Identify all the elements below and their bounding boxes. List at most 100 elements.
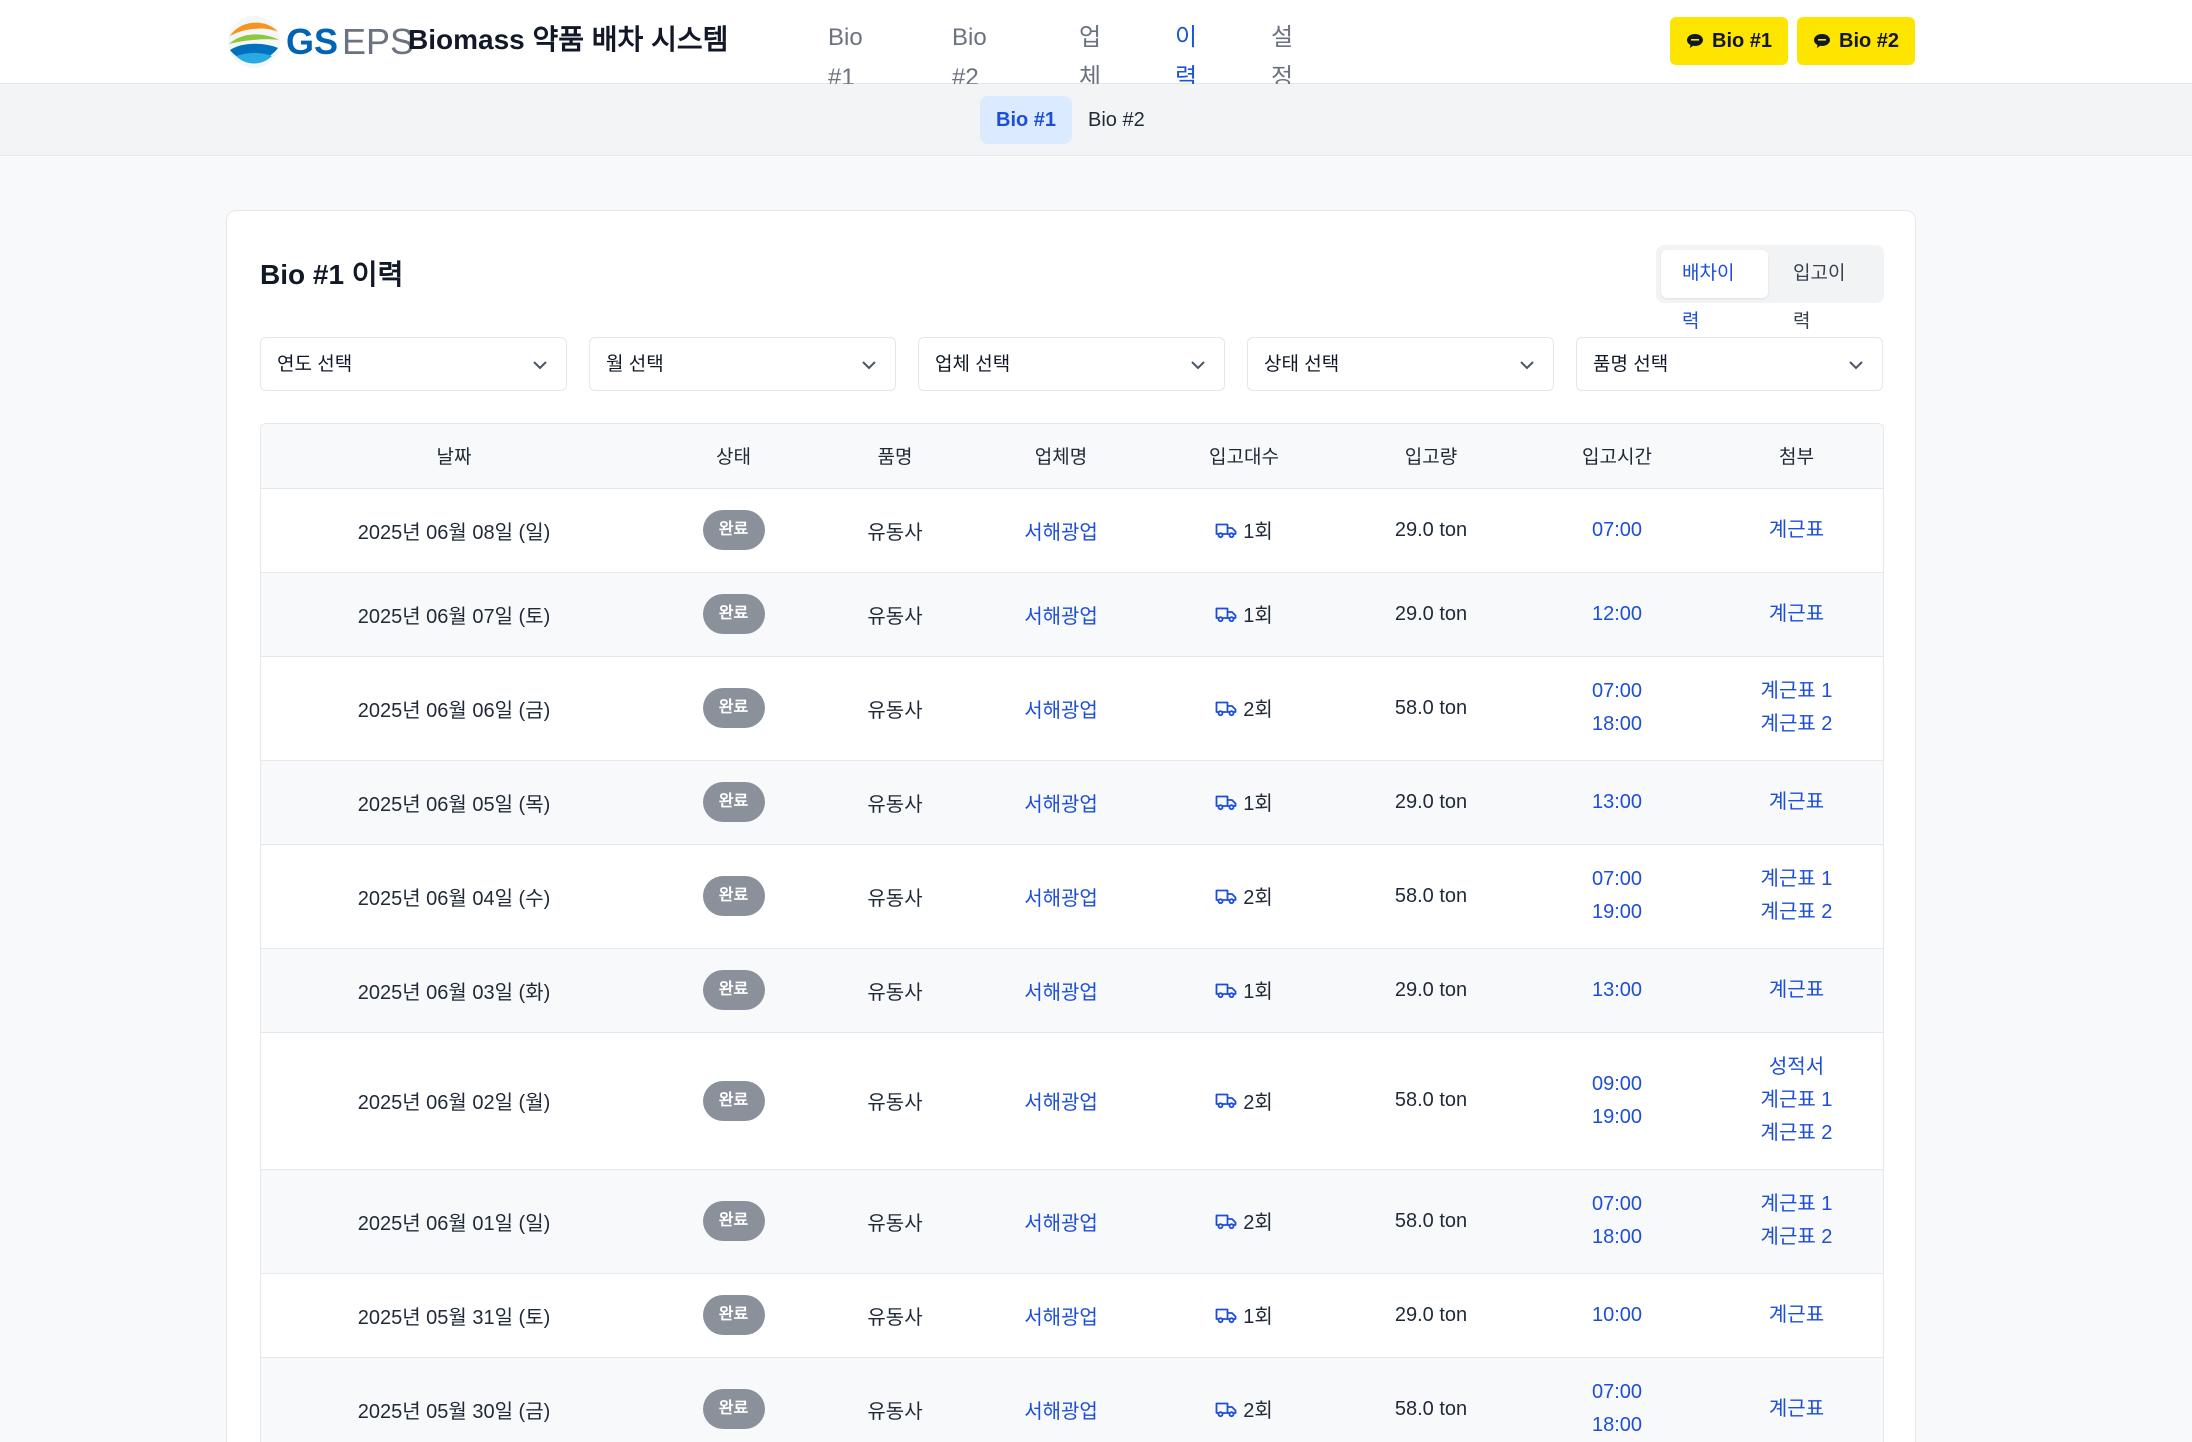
- amount-cell: 29.0 ton: [1336, 1273, 1526, 1358]
- status-select[interactable]: 상태 선택: [1247, 337, 1554, 391]
- amount-cell: 29.0 ton: [1336, 948, 1526, 1033]
- col-attachment[interactable]: 첨부: [1708, 424, 1883, 489]
- table-body: 2025년 06월 08일 (일) 완료 유동사 서해광업 1회 29.0 ton 07:0…: [261, 488, 1883, 1442]
- col-time[interactable]: 입고시간: [1526, 424, 1708, 489]
- vendor-link[interactable]: 서해광업: [1024, 1213, 1098, 1235]
- attachment-link[interactable]: 계근표: [1708, 1299, 1883, 1332]
- toggle-receipt-history[interactable]: 입고이력: [1772, 250, 1879, 332]
- attachment-link[interactable]: 계근표 2: [1708, 1221, 1883, 1254]
- history-table: 날짜 상태 품명 업체명 입고대수 입고량 입고시간 첨부 2025년 06월 …: [260, 423, 1884, 1442]
- month-select-label: 월 선택: [606, 354, 664, 375]
- toggle-dispatch-history[interactable]: 배차이력: [1661, 250, 1768, 332]
- vendor-cell: 서해광업: [970, 1169, 1152, 1274]
- item-cell: 유동사: [820, 1169, 970, 1274]
- vendor-link[interactable]: 서해광업: [1024, 1092, 1098, 1114]
- attachment-link[interactable]: 계근표: [1708, 598, 1883, 631]
- subtab-bio1[interactable]: Bio #1: [980, 96, 1073, 144]
- item-cell: 유동사: [820, 1357, 970, 1442]
- gs-eps-logo[interactable]: GS EPS: [226, 12, 414, 72]
- attachment-link[interactable]: 계근표: [1708, 786, 1883, 819]
- chat-bubble-icon: [1814, 34, 1830, 48]
- col-date[interactable]: 날짜: [261, 424, 647, 489]
- date-cell: 2025년 06월 03일 (화): [261, 948, 647, 1033]
- trips-cell: 1회: [1152, 948, 1336, 1033]
- time-value: 07:00: [1591, 868, 1643, 890]
- amount-cell: 58.0 ton: [1336, 1169, 1526, 1274]
- vendor-link[interactable]: 서해광업: [1024, 606, 1098, 628]
- status-cell: 완료: [647, 948, 820, 1033]
- vendor-select-label: 업체 선택: [935, 354, 1011, 375]
- trips-count: 1회: [1243, 1306, 1273, 1329]
- date-cell: 2025년 06월 07일 (토): [261, 572, 647, 657]
- subtab-bio2[interactable]: Bio #2: [1072, 96, 1161, 144]
- time-value: 09:00: [1591, 1072, 1643, 1095]
- kakao-bio1-button[interactable]: Bio #1: [1670, 17, 1789, 65]
- attachment-link[interactable]: 성적서: [1708, 1051, 1883, 1084]
- chevron-down-icon: [1849, 361, 1863, 370]
- trips-cell: 2회: [1152, 1032, 1336, 1170]
- gs-logo-icon: [228, 16, 280, 68]
- vendor-link[interactable]: 서해광업: [1024, 982, 1098, 1004]
- time-value: 07:00: [1591, 1381, 1643, 1403]
- attachment-link[interactable]: 계근표 1: [1708, 1084, 1883, 1117]
- item-select[interactable]: 품명 선택: [1576, 337, 1883, 391]
- status-badge: 완료: [702, 782, 765, 822]
- table-header-row: 날짜 상태 품명 업체명 입고대수 입고량 입고시간 첨부: [261, 424, 1883, 489]
- col-trips[interactable]: 입고대수: [1152, 424, 1336, 489]
- amount-cell: 29.0 ton: [1336, 572, 1526, 657]
- time-cell: 07:00 18:00: [1526, 656, 1708, 761]
- attachment-link[interactable]: 계근표 1: [1708, 675, 1883, 708]
- table-row: 2025년 05월 30일 (금) 완료 유동사 서해광업 2회 58.0 ton 07:0…: [261, 1357, 1883, 1442]
- time-value: 19:00: [1591, 901, 1643, 923]
- vendor-link[interactable]: 서해광업: [1024, 888, 1098, 910]
- time-cell: 07:00 18:00: [1526, 1169, 1708, 1274]
- attachment-link[interactable]: 계근표 1: [1708, 863, 1883, 896]
- attachment-link[interactable]: 계근표 2: [1708, 708, 1883, 741]
- time-value: 10:00: [1591, 1303, 1643, 1326]
- time-value: 07:00: [1591, 1193, 1643, 1215]
- vendor-cell: 서해광업: [970, 572, 1152, 657]
- year-select[interactable]: 연도 선택: [260, 337, 567, 391]
- item-cell: 유동사: [820, 948, 970, 1033]
- time-value: 13:00: [1591, 978, 1643, 1001]
- trips-cell: 1회: [1152, 572, 1336, 657]
- amount-cell: 58.0 ton: [1336, 1357, 1526, 1442]
- attachment-link[interactable]: 계근표: [1708, 1393, 1883, 1426]
- vendor-link[interactable]: 서해광업: [1024, 522, 1098, 544]
- col-vendor[interactable]: 업체명: [970, 424, 1152, 489]
- time-value: 19:00: [1591, 1105, 1643, 1128]
- attachment-cell: 계근표: [1708, 488, 1883, 573]
- col-item[interactable]: 품명: [820, 424, 970, 489]
- col-status[interactable]: 상태: [647, 424, 820, 489]
- truck-icon: [1215, 889, 1237, 904]
- attachment-cell: 계근표: [1708, 760, 1883, 845]
- item-select-label: 품명 선택: [1593, 354, 1669, 375]
- vendor-cell: 서해광업: [970, 1032, 1152, 1170]
- attachment-link[interactable]: 계근표: [1708, 514, 1883, 547]
- vendor-link[interactable]: 서해광업: [1024, 1401, 1098, 1423]
- item-cell: 유동사: [820, 488, 970, 573]
- filter-bar: 연도 선택 월 선택 업체 선택 상태 선택 품명 선택: [260, 337, 1884, 391]
- attachment-link[interactable]: 계근표: [1708, 974, 1883, 1007]
- truck-icon: [1215, 607, 1237, 622]
- attachment-link[interactable]: 계근표 2: [1708, 896, 1883, 929]
- attachment-link[interactable]: 계근표 1: [1708, 1188, 1883, 1221]
- vendor-link[interactable]: 서해광업: [1024, 700, 1098, 722]
- table-row: 2025년 06월 06일 (금) 완료 유동사 서해광업 2회 58.0 ton 07:0…: [261, 656, 1883, 761]
- vendor-select[interactable]: 업체 선택: [918, 337, 1225, 391]
- truck-icon: [1215, 1308, 1237, 1323]
- trips-count: 2회: [1243, 887, 1273, 910]
- trips-count: 2회: [1243, 1091, 1273, 1114]
- attachment-link[interactable]: 계근표 2: [1708, 1117, 1883, 1150]
- vendor-link[interactable]: 서해광업: [1024, 1307, 1098, 1329]
- col-amount[interactable]: 입고량: [1336, 424, 1526, 489]
- status-cell: 완료: [647, 488, 820, 573]
- kakao-bio2-button[interactable]: Bio #2: [1797, 17, 1916, 65]
- trips-count: 1회: [1243, 605, 1273, 628]
- trips-count: 1회: [1243, 521, 1273, 544]
- month-select[interactable]: 월 선택: [589, 337, 896, 391]
- table-row: 2025년 06월 07일 (토) 완료 유동사 서해광업 1회 29.0 ton 12:0…: [261, 572, 1883, 657]
- vendor-link[interactable]: 서해광업: [1024, 794, 1098, 816]
- time-cell: 10:00: [1526, 1273, 1708, 1358]
- time-value: 18:00: [1591, 1226, 1643, 1248]
